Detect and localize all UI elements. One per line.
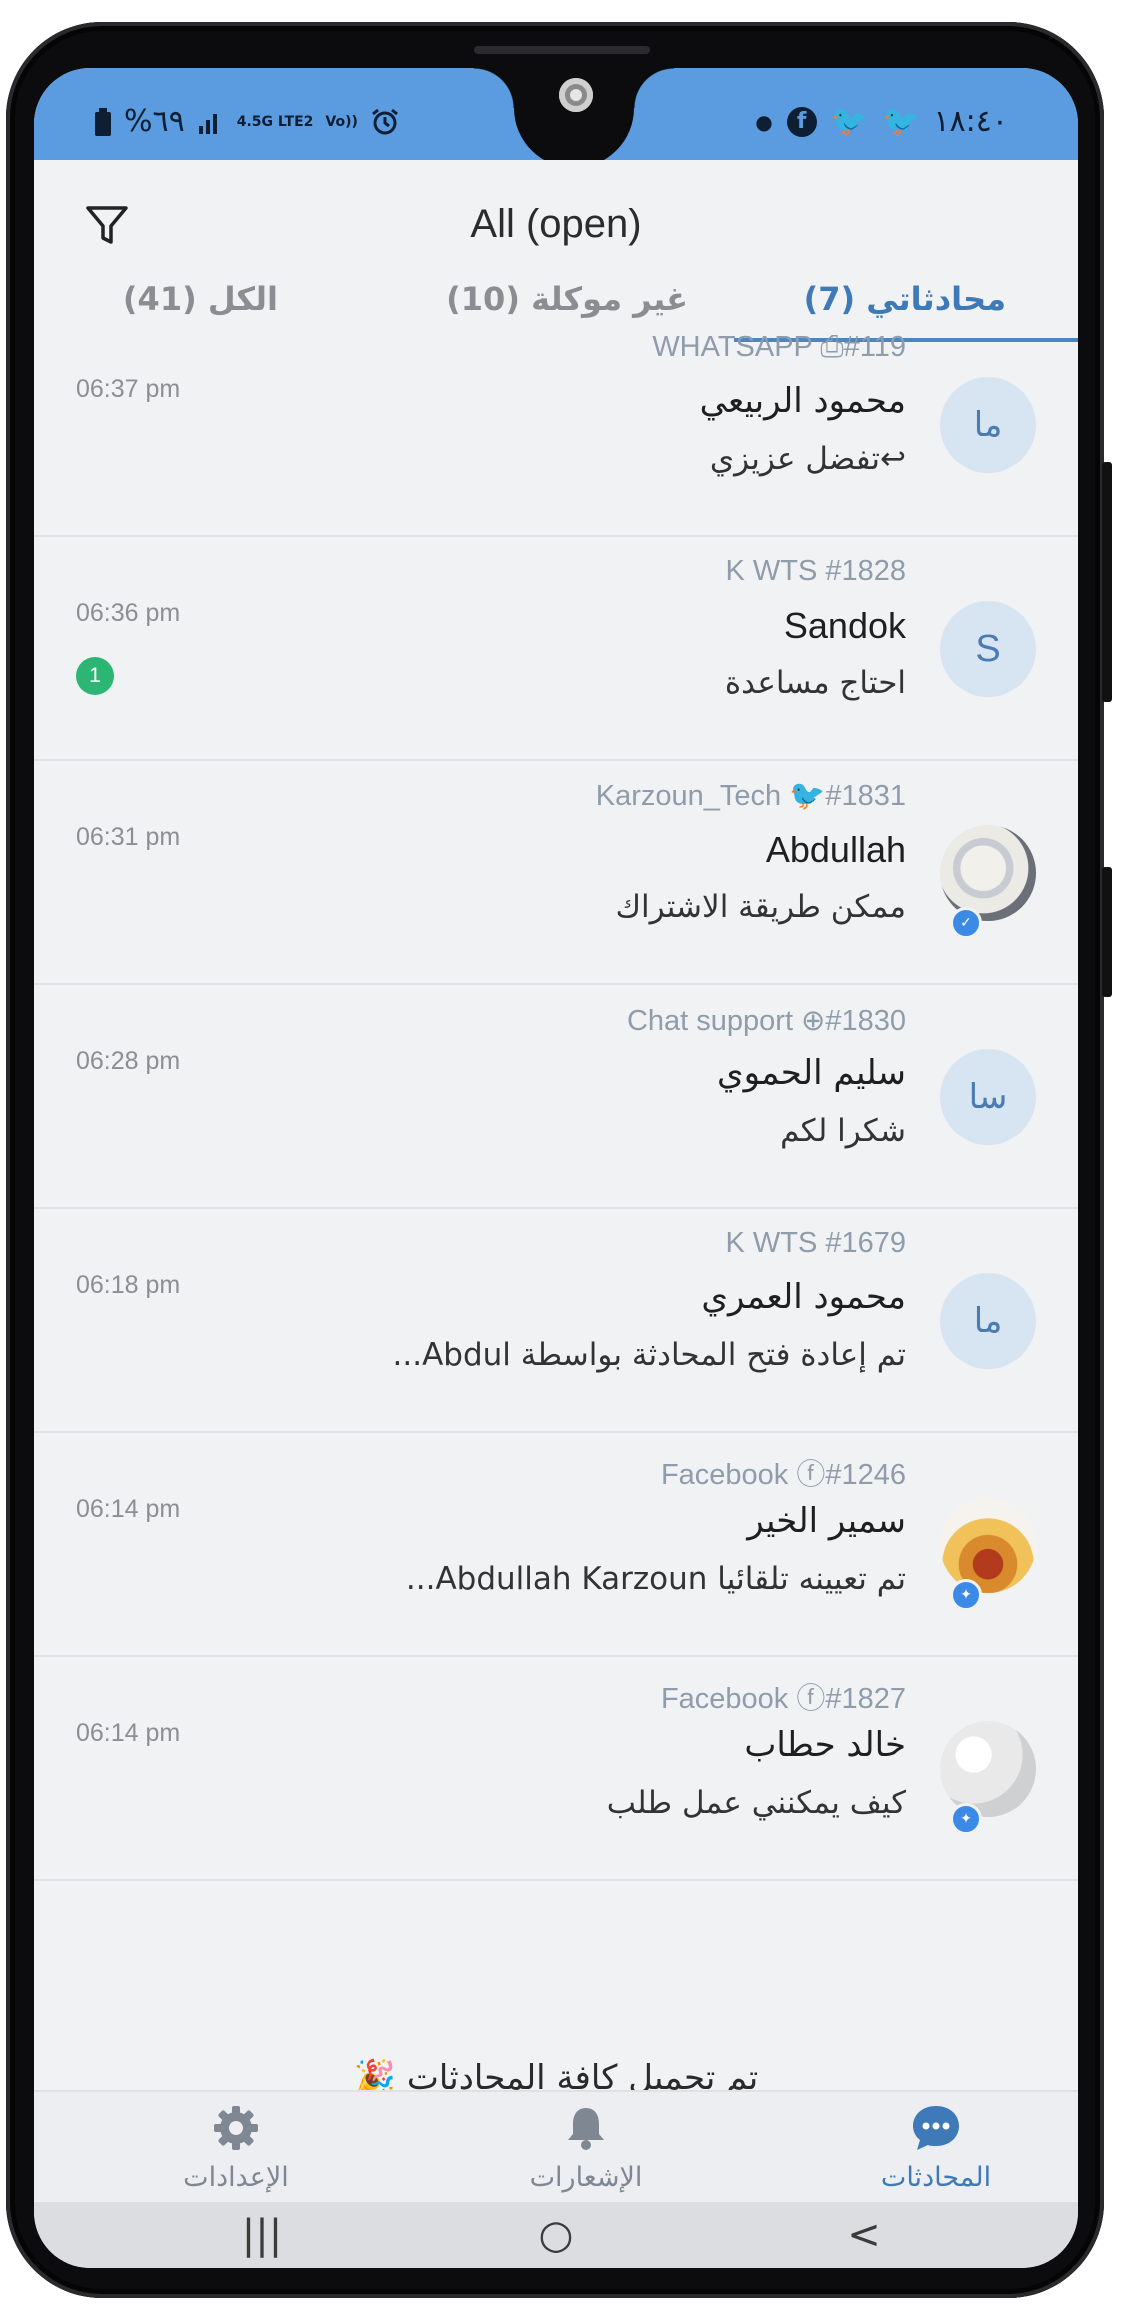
power-button	[1102, 867, 1112, 997]
chat-icon	[913, 2106, 959, 2150]
last-message: ممكن طريقة الاشتراك	[615, 889, 906, 925]
volume-button	[1102, 462, 1112, 702]
last-message: تم إعادة فتح المحادثة بواسطة Abdul...	[392, 1337, 906, 1373]
message-time: 06:36 pm	[76, 599, 181, 627]
gear-icon	[214, 2106, 258, 2150]
contact-name: Abdullah	[765, 829, 906, 870]
dot-icon: ●	[755, 109, 773, 134]
message-time: 06:18 pm	[76, 1271, 181, 1299]
network-text: 4.5G LTE2	[236, 113, 314, 130]
volte-text: Vo))	[325, 113, 358, 130]
message-time: 06:31 pm	[76, 823, 181, 851]
conversation-meta: Chat support ⊕#1830	[626, 1005, 906, 1037]
signal-icon	[198, 113, 217, 134]
unread-badge: 1	[76, 657, 114, 695]
message-time: 06:14 pm	[76, 1495, 181, 1523]
back-button[interactable]: <	[834, 2212, 894, 2258]
nav-settings[interactable]: الإعدادات	[126, 2102, 346, 2193]
last-message: كيف يمكنني عمل طلب	[606, 1785, 906, 1821]
contact-name: خالد حطاب	[744, 1725, 906, 1765]
bottom-navigation: الإعدادات الإشعارات المحادثات	[34, 2090, 1078, 2202]
home-button[interactable]: ○	[526, 2212, 586, 2258]
conversation-meta: K WTS #1828	[725, 555, 906, 587]
message-time: 06:14 pm	[76, 1719, 181, 1747]
conversation-meta: Karzoun_Tech 🐦#1831	[595, 780, 906, 812]
earpiece	[474, 46, 650, 54]
contact-name: سليم الحموي	[716, 1053, 906, 1093]
battery-icon	[95, 107, 111, 136]
avatar[interactable]: ما	[940, 1273, 1036, 1369]
battery-text: %٦٩	[124, 104, 185, 139]
conversation-meta: Facebook ⓕ#1246	[660, 1459, 906, 1491]
conversation-meta: K WTS #1679	[725, 1227, 906, 1259]
last-message: شكرا لكم	[780, 1113, 906, 1149]
nav-notifications[interactable]: الإشعارات	[476, 2102, 696, 2193]
nav-settings-label: الإعدادات	[183, 2162, 289, 2193]
nav-conversations[interactable]: المحادثات	[826, 2102, 1046, 2193]
page-title: All (open)	[470, 202, 642, 246]
avatar[interactable]	[940, 1497, 1036, 1593]
twitter-badge-icon: ✓	[950, 907, 982, 939]
avatar[interactable]	[940, 1721, 1036, 1817]
status-time: ١٨:٤٠	[933, 104, 1008, 139]
bell-icon	[568, 2108, 604, 2150]
conversation-list: WHATSAPP ⎙#119 محمود الربيعي ↩تفضل عزيزي…	[34, 313, 1078, 1881]
status-right: ● f 🐦 🐦 ١٨:٤٠	[755, 104, 1008, 139]
camera-notch	[474, 68, 674, 168]
conversation-row[interactable]: Chat support ⊕#1830 سليم الحموي شكرا لكم…	[34, 985, 1078, 1209]
facebook-icon: f	[786, 106, 817, 137]
messenger-badge-icon: ✦	[950, 1579, 982, 1611]
nav-conversations-label: المحادثات	[880, 2162, 992, 2193]
conversation-meta: Facebook ⓕ#1827	[660, 1683, 906, 1715]
last-message: احتاج مساعدة	[724, 665, 906, 701]
alarm-icon	[371, 108, 398, 134]
conversation-meta: WHATSAPP ⎙#119	[652, 331, 906, 363]
twitter-icon: 🐦	[882, 104, 920, 139]
message-time: 06:28 pm	[76, 1047, 181, 1075]
recents-button[interactable]: |||	[232, 2212, 292, 2258]
conversation-row[interactable]: WHATSAPP ⎙#119 محمود الربيعي ↩تفضل عزيزي…	[34, 313, 1078, 537]
last-message: ↩تفضل عزيزي	[709, 441, 906, 477]
last-message: تم تعيينه تلقائيا Abdullah Karzoun...	[405, 1561, 906, 1597]
contact-name: Sandok	[783, 605, 906, 646]
nav-notifications-label: الإشعارات	[529, 2162, 643, 2193]
screen: %٦٩ 4.5G LTE2 Vo)) ● f 🐦 🐦 ١٨:٤٠ All (op…	[34, 68, 1078, 2268]
message-time: 06:37 pm	[76, 375, 181, 403]
status-bar: %٦٩ 4.5G LTE2 Vo)) ● f 🐦 🐦 ١٨:٤٠	[34, 68, 1078, 168]
avatar[interactable]: سا	[940, 1049, 1036, 1145]
conversation-row[interactable]: Karzoun_Tech 🐦#1831 Abdullah ممكن طريقة …	[34, 761, 1078, 985]
conversation-row[interactable]: Facebook ⓕ#1246 سمير الخير تم تعيينه تلق…	[34, 1433, 1078, 1657]
app-header: All (open) محادثاتي (7) غير موكلة (10) ا…	[34, 160, 1078, 342]
phone-frame: %٦٩ 4.5G LTE2 Vo)) ● f 🐦 🐦 ١٨:٤٠ All (op…	[6, 22, 1112, 2298]
contact-name: سمير الخير	[747, 1501, 906, 1541]
conversation-row[interactable]: Facebook ⓕ#1827 خالد حطاب كيف يمكنني عمل…	[34, 1657, 1078, 1881]
avatar[interactable]: ما	[940, 377, 1036, 473]
camera-icon	[559, 78, 593, 112]
avatar[interactable]	[940, 825, 1036, 921]
messenger-badge-icon: ✦	[950, 1803, 982, 1835]
avatar[interactable]: S	[940, 601, 1036, 697]
conversation-row[interactable]: K WTS #1679 محمود العمري تم إعادة فتح ال…	[34, 1209, 1078, 1433]
contact-name: محمود الربيعي	[699, 381, 906, 421]
system-navigation: ||| ○ <	[34, 2202, 1078, 2268]
contact-name: محمود العمري	[701, 1277, 906, 1317]
status-left: %٦٩ 4.5G LTE2 Vo))	[94, 104, 400, 139]
twitter-icon: 🐦	[830, 104, 869, 139]
conversation-row[interactable]: K WTS #1828 Sandok احتاج مساعدة 06:36 pm…	[34, 537, 1078, 761]
